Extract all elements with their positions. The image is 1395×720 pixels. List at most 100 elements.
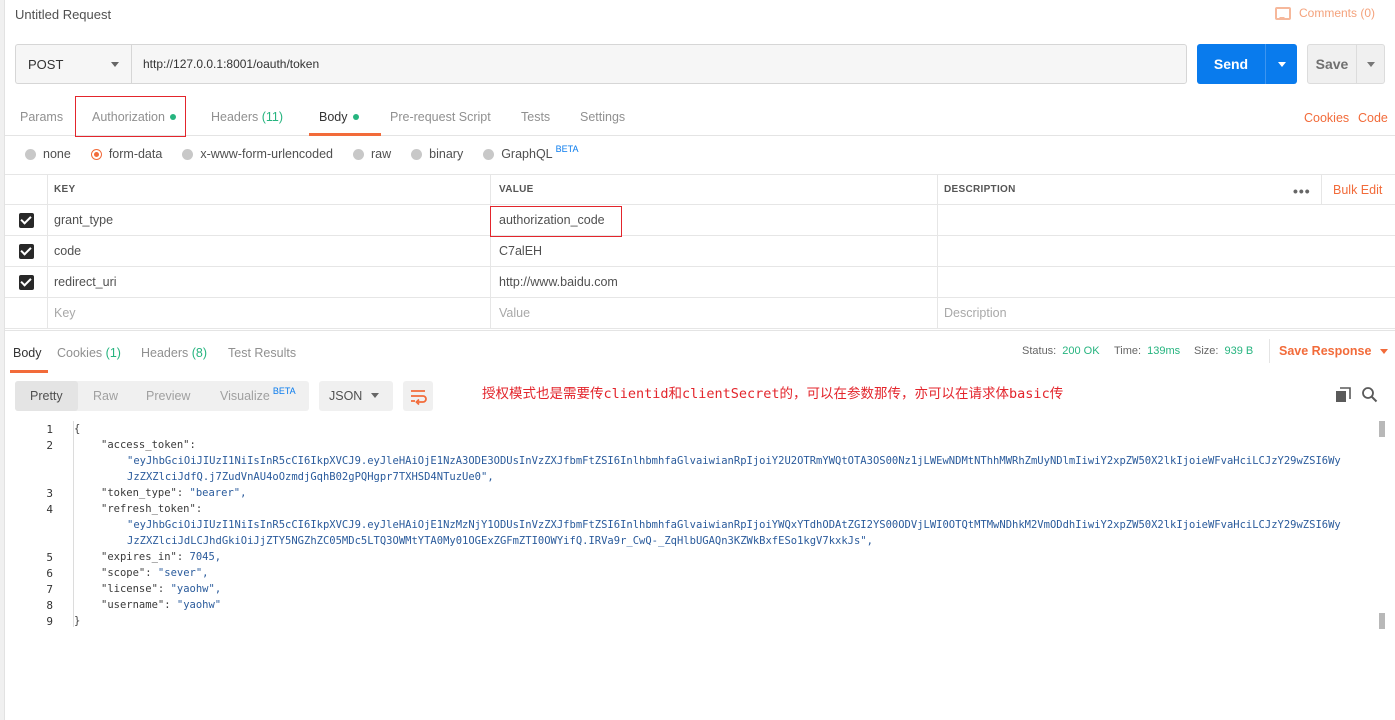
json-close-brace: } (74, 615, 81, 627)
radio-none[interactable]: none (25, 147, 71, 161)
save-button[interactable]: Save (1307, 44, 1385, 84)
tab-body[interactable]: Body (319, 110, 359, 124)
view-pretty[interactable]: Pretty (15, 381, 78, 411)
json-string: JzZXZlciJdfQ.j7ZudVnAU4oOzmdjGqhB02gPQHg… (127, 471, 494, 483)
response-tab-cookies-label: Cookies (57, 346, 103, 360)
save-options-button[interactable] (1357, 58, 1384, 71)
chevron-down-icon (111, 62, 119, 71)
body-type-selector: none form-data x-www-form-urlencoded raw… (25, 144, 598, 161)
table-row: redirect_uri http://www.baidu.com (5, 267, 1395, 298)
comments-label: Comments (0) (1298, 6, 1375, 20)
view-visualize[interactable]: Visualize BETA (220, 381, 296, 411)
new-key-input[interactable]: Key (47, 298, 490, 328)
radio-graphql-label: GraphQL (501, 147, 553, 161)
radio-icon (483, 148, 495, 160)
key-cell[interactable]: grant_type (47, 205, 490, 235)
modified-dot-icon (352, 113, 359, 120)
size-value: 939 B (1224, 345, 1254, 357)
beta-badge: BETA (555, 144, 579, 154)
response-body-viewer[interactable]: 1 2 3 4 5 6 7 8 9 { "access_token": "eyJ… (5, 421, 1385, 720)
empty-checkbox-cell (5, 298, 47, 328)
copy-icon[interactable] (1335, 387, 1351, 403)
row-checkbox[interactable] (5, 236, 47, 266)
response-tab-body[interactable]: Body (13, 346, 42, 360)
url-input[interactable]: http://127.0.0.1:8001/oauth/token (131, 44, 1187, 84)
chevron-down-icon (1380, 349, 1389, 358)
wrap-lines-button[interactable] (403, 381, 433, 411)
tab-settings[interactable]: Settings (580, 110, 625, 124)
radio-urlencoded-label: x-www-form-urlencoded (200, 147, 333, 161)
active-tab-indicator (309, 133, 381, 136)
tab-prerequest-script[interactable]: Pre-request Script (390, 110, 491, 124)
line-number: 9 (46, 615, 53, 628)
view-raw[interactable]: Raw (93, 381, 118, 411)
radio-urlencoded[interactable]: x-www-form-urlencoded (182, 147, 333, 161)
line-number-gutter: 1 2 3 4 5 6 7 8 9 (5, 421, 73, 720)
json-key: "scope" (101, 567, 146, 579)
response-tab-cookies[interactable]: Cookies (1) (57, 346, 121, 360)
request-title[interactable]: Untitled Request (15, 7, 111, 22)
method-select[interactable]: POST (15, 44, 131, 84)
format-select[interactable]: JSON (319, 381, 393, 411)
cookies-link[interactable]: Cookies (1304, 111, 1349, 125)
tab-headers[interactable]: Headers (11) (211, 110, 283, 124)
tab-tests[interactable]: Tests (521, 110, 550, 124)
description-cell[interactable] (937, 236, 1395, 266)
new-description-input[interactable]: Description (937, 298, 1395, 328)
radio-form-data[interactable]: form-data (90, 147, 162, 161)
json-string: "sever", (157, 567, 209, 579)
search-icon[interactable] (1361, 386, 1378, 403)
checkbox-checked-icon (18, 212, 34, 228)
beta-badge: BETA (272, 386, 296, 396)
row-checkbox[interactable] (5, 267, 47, 297)
chevron-down-icon (371, 393, 379, 402)
save-response-button[interactable]: Save Response (1269, 339, 1389, 363)
format-value: JSON (329, 389, 363, 403)
response-tab-headers[interactable]: Headers (8) (141, 346, 207, 360)
send-button[interactable]: Send (1197, 44, 1297, 84)
tab-params[interactable]: Params (20, 110, 63, 124)
scrollbar-thumb[interactable] (1379, 613, 1385, 629)
send-options-button[interactable] (1266, 58, 1297, 71)
horizontal-scroll-marker[interactable] (1379, 421, 1385, 437)
comments-button[interactable]: Comments (0) (1274, 6, 1375, 20)
value-cell[interactable]: http://www.baidu.com (490, 267, 937, 297)
radio-selected-icon (90, 148, 102, 160)
radio-binary-label: binary (429, 147, 464, 161)
radio-icon (25, 148, 36, 160)
wrap-lines-icon (411, 390, 427, 406)
json-string: "yaohw", (170, 583, 222, 595)
radio-icon (411, 148, 423, 160)
line-number: 5 (46, 551, 53, 564)
json-key: "refresh_token" (101, 503, 196, 515)
view-preview[interactable]: Preview (146, 381, 190, 411)
row-checkbox[interactable] (5, 205, 47, 235)
request-tabs: Params Authorization Headers (11) Body P… (5, 100, 1395, 136)
bulk-edit-link[interactable]: Bulk Edit (1321, 175, 1382, 204)
json-string: "eyJhbGciOiJIUzI1NiIsInR5cCI6IkpXVCJ9.ey… (127, 519, 1341, 531)
key-cell[interactable]: redirect_uri (47, 267, 490, 297)
json-line: "username": "yaohw" (101, 599, 222, 611)
json-key: "token_type" (101, 487, 177, 499)
column-header-key: KEY (47, 175, 490, 204)
json-key: "access_token" (101, 439, 190, 451)
save-label: Save (1315, 56, 1349, 72)
kebab-menu-icon[interactable]: ••• (1293, 183, 1311, 199)
new-value-input[interactable]: Value (490, 298, 937, 328)
size-label: Size: (1194, 345, 1219, 357)
description-cell[interactable] (937, 205, 1395, 235)
code-link[interactable]: Code (1358, 111, 1388, 125)
radio-raw[interactable]: raw (353, 147, 391, 161)
response-tab-test-results[interactable]: Test Results (228, 346, 296, 360)
value-cell[interactable]: C7alEH (490, 236, 937, 266)
view-mode-tabs: Pretty Raw Preview Visualize BETA (15, 381, 309, 411)
json-string: "yaohw" (176, 599, 222, 611)
radio-binary[interactable]: binary (411, 147, 463, 161)
description-cell[interactable] (937, 267, 1395, 297)
time-readout: Time: 139ms (1114, 345, 1180, 357)
column-header-value: VALUE (490, 175, 937, 204)
json-number: 7045, (189, 551, 222, 563)
gutter-divider (73, 421, 74, 627)
radio-graphql[interactable]: GraphQL BETA (483, 144, 579, 161)
key-cell[interactable]: code (47, 236, 490, 266)
